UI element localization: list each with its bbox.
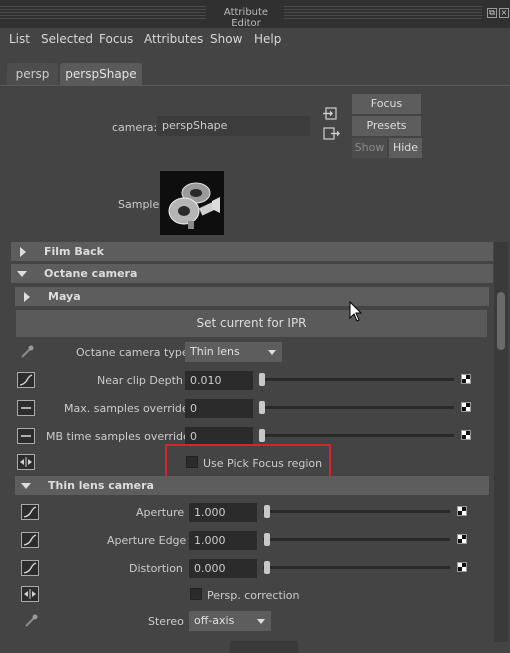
max-samples-slider-handle[interactable] [259,401,265,414]
tab-perspshape[interactable]: perspShape [60,63,142,85]
map-texture-icon[interactable] [457,506,467,516]
menu-bar: List Selected Focus Attributes Show Help [0,28,510,50]
pick-focus-label: Use Pick Focus region [203,457,323,470]
section-thin-lens-camera[interactable]: Thin lens camera [15,476,489,495]
stereo-dropdown[interactable]: off-axis [189,611,271,631]
mouse-cursor-icon [349,300,363,323]
aperture-label: Aperture [136,506,185,519]
aperture-edge-field[interactable]: 1.000 [189,531,257,550]
persp-correction-checkbox[interactable] [190,588,202,600]
plug-icon[interactable] [23,613,39,629]
minus-box-icon[interactable] [17,400,35,416]
camera-type-label: Octane camera type [76,346,189,359]
aperture-edge-slider[interactable] [263,538,450,541]
pick-focus-checkbox[interactable] [186,456,198,468]
camera-type-dropdown[interactable]: Thin lens [185,342,282,362]
mb-time-label: MB time samples override [46,430,190,443]
focus-button[interactable]: Focus [352,94,421,114]
map-texture-icon[interactable] [461,402,471,412]
map-texture-icon[interactable] [461,430,471,440]
close-window-icon[interactable]: × [499,8,509,18]
distortion-field[interactable]: 0.000 [189,559,257,578]
expand-arrow-icon [24,292,30,302]
map-texture-icon[interactable] [457,534,467,544]
near-clip-slider-handle[interactable] [259,373,265,386]
max-samples-field[interactable]: 0 [185,399,253,418]
camera-type-value: Thin lens [190,345,240,358]
expand-arrow-icon [20,247,26,257]
aperture-slider-handle[interactable] [264,505,270,518]
chevron-down-icon [257,619,265,624]
near-clip-slider[interactable] [259,378,454,381]
hide-button[interactable]: Hide [389,138,422,158]
menu-show[interactable]: Show [210,32,242,46]
near-clip-field[interactable]: 0.010 [185,371,253,390]
section-maya[interactable]: Maya [15,287,489,306]
curve-graph-icon[interactable] [21,532,39,548]
max-samples-slider[interactable] [259,406,454,409]
menu-focus[interactable]: Focus [99,32,133,46]
collapse-arrow-icon [17,271,27,277]
max-samples-label: Max. samples override [64,402,189,415]
tab-persp[interactable]: persp [7,63,58,85]
menu-list[interactable]: List [9,32,30,46]
input-connection-icon[interactable] [323,107,339,121]
menu-help[interactable]: Help [254,32,281,46]
map-texture-icon[interactable] [457,562,467,572]
mb-time-slider[interactable] [259,434,454,437]
distortion-label: Distortion [129,562,183,575]
set-current-ipr-button[interactable]: Set current for IPR [16,310,487,337]
toggle-arrows-icon[interactable] [17,454,35,470]
tab-divider [0,85,510,86]
mb-time-slider-handle[interactable] [259,429,265,442]
show-button[interactable]: Show [352,138,387,158]
presets-button[interactable]: Presets [352,116,421,136]
menu-attributes[interactable]: Attributes [144,32,203,46]
map-texture-icon[interactable] [461,374,471,384]
aperture-slider[interactable] [263,510,450,513]
float-window-icon[interactable]: ⧉ [487,8,497,18]
sample-swatch [160,171,224,235]
partial-field[interactable] [230,641,298,653]
distortion-slider[interactable] [263,566,450,569]
aperture-field[interactable]: 1.000 [189,503,257,522]
camera-label: camera: [112,121,158,134]
stereo-label: Stereo [148,615,184,628]
curve-graph-icon[interactable] [21,504,39,520]
title-grip-left [0,6,206,20]
sample-label: Sample [118,198,160,211]
camera-name-field[interactable]: perspShape [157,116,310,136]
camera-shape-icon [160,171,224,235]
plug-icon[interactable] [19,344,35,360]
curve-graph-icon[interactable] [21,560,39,576]
vertical-scrollbar[interactable] [494,242,508,642]
toggle-arrows-icon[interactable] [21,586,39,602]
stereo-value: off-axis [194,614,235,627]
window-title: Attribute Editor [223,7,269,29]
scrollbar-thumb[interactable] [497,292,505,350]
title-grip-right [284,6,482,20]
minus-box-icon[interactable] [17,428,35,444]
persp-correction-label: Persp. correction [207,589,300,602]
title-bar: Attribute Editor ⧉ × [0,0,510,29]
section-film-back[interactable]: Film Back [11,242,493,261]
section-octane-camera[interactable]: Octane camera [11,264,493,283]
collapse-arrow-icon [21,483,31,489]
curve-graph-icon[interactable] [17,372,35,388]
near-clip-label: Near clip Depth [97,374,183,387]
aperture-edge-slider-handle[interactable] [264,533,270,546]
chevron-down-icon [268,350,276,355]
aperture-edge-label: Aperture Edge [107,534,187,547]
output-connection-icon[interactable] [323,127,341,141]
menu-selected[interactable]: Selected [41,32,93,46]
distortion-slider-handle[interactable] [264,561,270,574]
